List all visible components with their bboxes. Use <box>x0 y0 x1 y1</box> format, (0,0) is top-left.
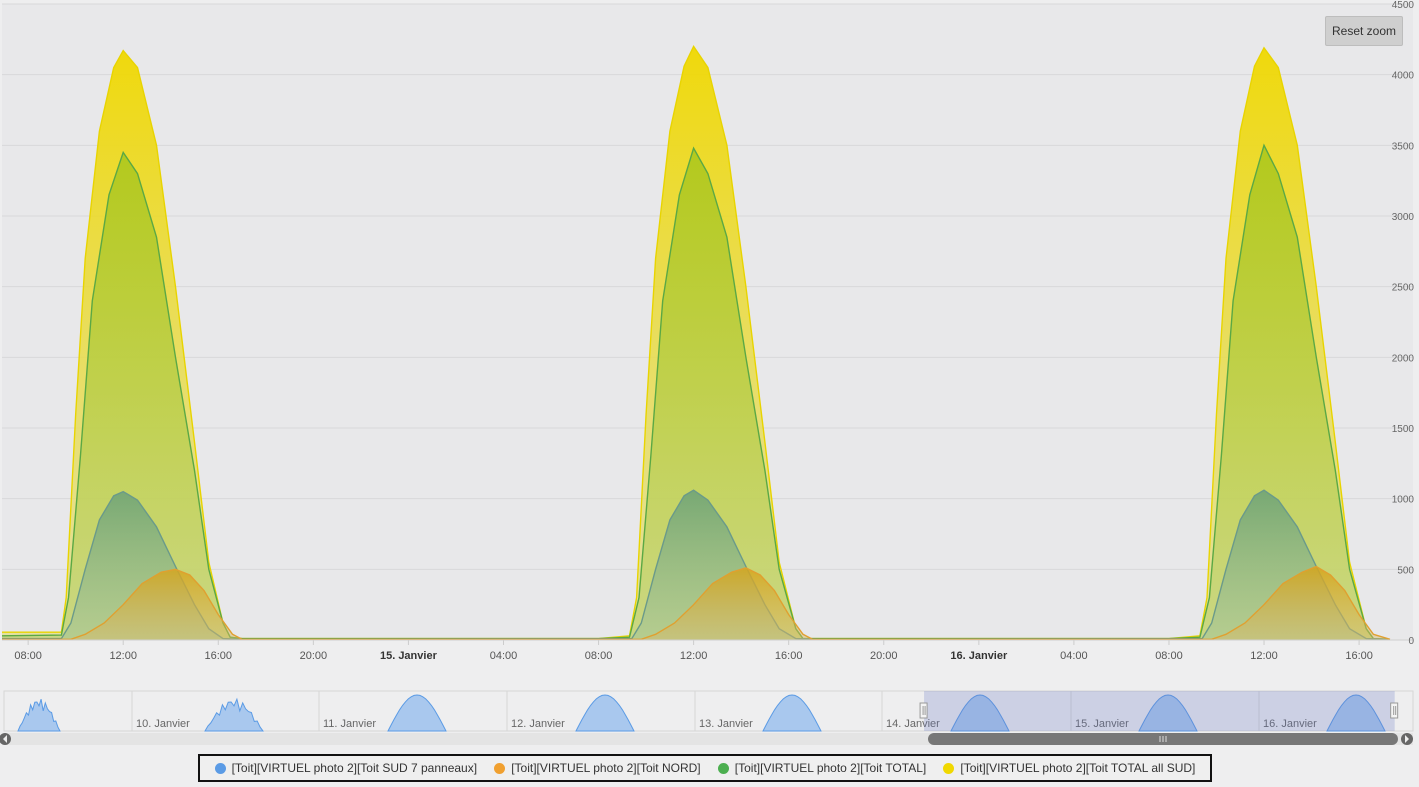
x-tick-label: 12:00 <box>1250 650 1278 662</box>
y-tick-label: 4500 <box>1392 0 1415 11</box>
x-tick-label: 12:00 <box>109 650 137 662</box>
x-tick-label: 20:00 <box>870 650 898 662</box>
reset-zoom-button[interactable]: Reset zoom <box>1325 16 1403 46</box>
x-tick-label: 16:00 <box>1345 650 1373 662</box>
chart-container: 08:00 12:00 16:00 20:00 15. Janvier 04:00 08:0… <box>0 0 1419 787</box>
navigator-label: 10. Janvier <box>136 718 190 730</box>
legend-label: [Toit][VIRTUEL photo 2][Toit TOTAL all S… <box>960 761 1196 775</box>
x-tick-label: 15. Janvier <box>380 650 438 662</box>
legend-label: [Toit][VIRTUEL photo 2][Toit SUD 7 panne… <box>231 761 478 775</box>
navigator-label: 11. Janvier <box>323 718 376 730</box>
legend-dot-icon <box>494 762 506 774</box>
x-tick-label: 16. Janvier <box>950 650 1008 662</box>
x-tick-label: 04:00 <box>490 650 518 662</box>
legend-label: [Toit][VIRTUEL photo 2][Toit TOTAL] <box>734 761 927 775</box>
navigator-label: 12. Janvier <box>511 718 565 730</box>
y-tick-label: 500 <box>1397 565 1414 576</box>
navigator-selection[interactable] <box>924 691 1395 731</box>
navigator[interactable]: 10. Janvier 11. Janvier 12. Janvier 13. Jan… <box>0 690 1414 745</box>
x-tick-label: 16:00 <box>205 650 233 662</box>
y-tick-label: 2500 <box>1392 283 1415 294</box>
x-tick-label: 08:00 <box>1155 650 1183 662</box>
legend-label: [Toit][VIRTUEL photo 2][Toit NORD] <box>511 761 701 775</box>
y-tick-label: 4000 <box>1392 71 1415 82</box>
x-tick-label: 20:00 <box>300 650 328 662</box>
main-chart[interactable]: 08:00 12:00 16:00 20:00 15. Janvier 04:00 08:0… <box>0 0 1419 787</box>
y-tick-label: 3500 <box>1392 141 1415 152</box>
x-tick-label: 16:00 <box>775 650 803 662</box>
legend: [Toit][VIRTUEL photo 2][Toit SUD 7 panne… <box>198 754 1212 782</box>
legend-item-total-all-sud[interactable]: [Toit][VIRTUEL photo 2][Toit TOTAL all S… <box>943 761 1195 775</box>
x-tick-label: 12:00 <box>680 650 708 662</box>
legend-item-total[interactable]: [Toit][VIRTUEL photo 2][Toit TOTAL] <box>717 761 927 775</box>
x-tick-label: 08:00 <box>14 650 42 662</box>
legend-item-nord[interactable]: [Toit][VIRTUEL photo 2][Toit NORD] <box>494 761 701 775</box>
navigator-label: 13. Janvier <box>699 718 753 730</box>
y-tick-label: 0 <box>1408 636 1414 647</box>
y-tick-label: 2000 <box>1392 353 1415 364</box>
y-tick-label: 1000 <box>1392 495 1415 506</box>
y-tick-label: 1500 <box>1392 424 1415 435</box>
y-tick-label: 3000 <box>1392 212 1415 223</box>
legend-item-sud-7-panneaux[interactable]: [Toit][VIRTUEL photo 2][Toit SUD 7 panne… <box>214 761 478 775</box>
x-tick-label: 04:00 <box>1060 650 1088 662</box>
legend-dot-icon <box>717 762 729 774</box>
legend-dot-icon <box>943 762 955 774</box>
x-tick-label: 08:00 <box>585 650 613 662</box>
legend-dot-icon <box>214 762 226 774</box>
